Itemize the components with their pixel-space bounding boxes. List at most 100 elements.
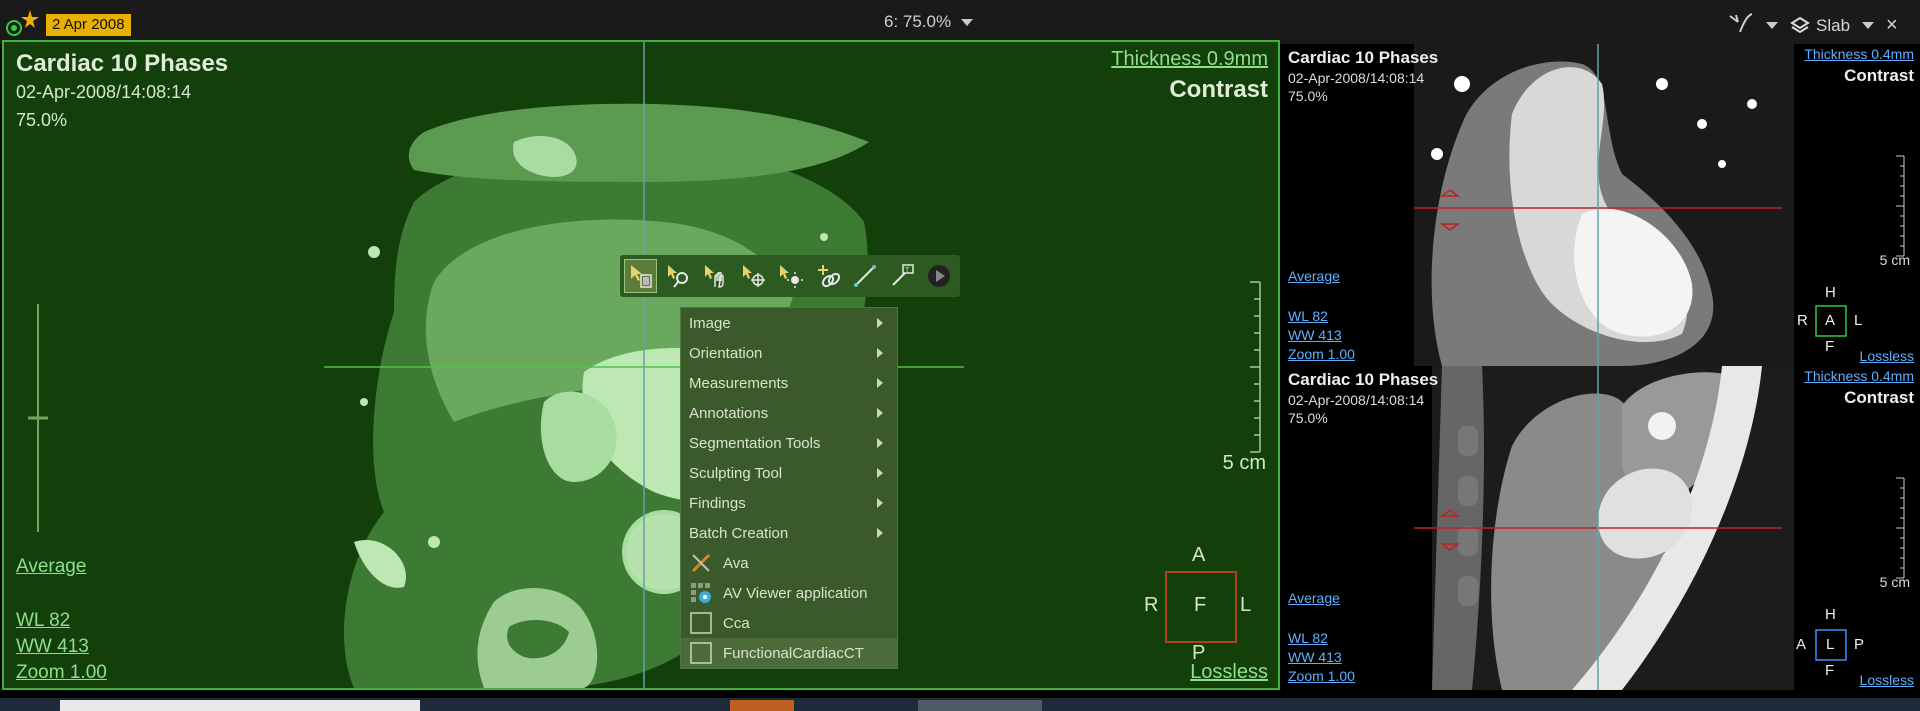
thickness-link[interactable]: Thickness 0.9mm	[1111, 48, 1268, 71]
orient-bottom: F	[1825, 662, 1835, 679]
menu-item-av-viewer[interactable]: AV Viewer application	[681, 578, 897, 608]
window-level-link[interactable]: WL 82	[16, 610, 70, 632]
contrast-label: Contrast	[1844, 388, 1914, 407]
slab-label: Slab	[1816, 15, 1851, 35]
menu-item-label: Orientation	[689, 344, 763, 362]
window-level-icon[interactable]	[773, 259, 806, 293]
menu-item-label: FunctionalCardiacCT	[723, 644, 864, 662]
submenu-arrow-icon	[877, 408, 883, 418]
sagittal-ct-image	[1414, 366, 1905, 690]
window-width-link[interactable]: WW 413	[1288, 649, 1342, 665]
menu-item-measurements[interactable]: Measurements	[681, 368, 897, 398]
submenu-arrow-icon	[877, 498, 883, 508]
functional-cardiac-ct-app-icon	[689, 641, 713, 665]
taskbar-search-box[interactable]	[60, 700, 420, 711]
thickness-link[interactable]: Thickness 0.4mm	[1804, 46, 1914, 62]
rotate-icon[interactable]	[736, 259, 769, 293]
zoom-selector[interactable]: 6: 75.0%	[884, 12, 974, 32]
menu-item-ava[interactable]: Ava	[681, 548, 897, 578]
pan-icon[interactable]	[699, 259, 732, 293]
orient-right: P	[1854, 636, 1865, 653]
study-date-badge: 2 Apr 2008	[46, 14, 131, 36]
zoom-link[interactable]: Zoom 1.00	[16, 662, 107, 684]
zoom-percent: 75.0%	[1288, 410, 1328, 426]
slab-icon	[1790, 16, 1810, 33]
slab-selector[interactable]: Slab	[1790, 16, 1850, 36]
orient-left: A	[1796, 636, 1807, 653]
lossless-link[interactable]: Lossless	[1860, 348, 1914, 364]
zoom-icon[interactable]	[661, 259, 694, 293]
tool-dropdown-chevron-icon[interactable]	[1766, 22, 1778, 29]
zoom-link[interactable]: Zoom 1.00	[1288, 346, 1355, 362]
average-link[interactable]: Average	[1288, 590, 1340, 606]
orient-center: L	[1826, 636, 1835, 653]
orient-center: F	[1194, 594, 1207, 616]
menu-item-image[interactable]: Image	[681, 308, 897, 338]
context-menu: Image Orientation Measurements Annotatio…	[680, 307, 898, 669]
menu-item-batch-creation[interactable]: Batch Creation	[681, 518, 897, 548]
top-toolbar: 2 Apr 2008 6: 75.0% Slab ×	[0, 0, 1920, 44]
lossless-link[interactable]: Lossless	[1860, 672, 1914, 688]
menu-item-label: Sculpting Tool	[689, 464, 783, 482]
context-toolbar: T	[620, 255, 960, 297]
contrast-label: Contrast	[1844, 66, 1914, 85]
menu-item-findings[interactable]: Findings	[681, 488, 897, 518]
window-level-link[interactable]: WL 82	[1288, 630, 1328, 646]
slab-dropdown-chevron-icon[interactable]	[1862, 22, 1875, 29]
menu-item-label: Measurements	[689, 374, 789, 392]
average-link[interactable]: Average	[16, 556, 86, 578]
select-icon[interactable]	[624, 259, 658, 293]
play-icon[interactable]	[923, 259, 956, 293]
orient-right: L	[1854, 312, 1863, 329]
zoom-link[interactable]: Zoom 1.00	[1288, 668, 1355, 684]
window-level-link[interactable]: WL 82	[1288, 308, 1328, 324]
menu-item-functional-cardiac-ct[interactable]: FunctionalCardiacCT	[681, 638, 897, 668]
menu-item-sculpting-tool[interactable]: Sculpting Tool	[681, 458, 897, 488]
menu-item-annotations[interactable]: Annotations	[681, 398, 897, 428]
orient-top: H	[1825, 606, 1836, 623]
taskbar-app-button[interactable]	[918, 700, 1042, 711]
zoom-selector-label: 6: 75.0%	[884, 12, 952, 31]
series-title: Cardiac 10 Phases	[1288, 370, 1439, 389]
main-viewport[interactable]: Cardiac 10 Phases 02-Apr-2008/14:08:14 7…	[2, 40, 1280, 690]
tool-picker[interactable]	[1728, 12, 1754, 39]
menu-item-label: Cca	[723, 614, 750, 632]
menu-item-label: AV Viewer application	[723, 584, 868, 602]
side-viewport-top[interactable]: Cardiac 10 Phases 02-Apr-2008/14:08:14 7…	[1282, 44, 1920, 366]
orient-bottom: F	[1825, 338, 1835, 355]
orient-top: A	[1192, 544, 1206, 566]
study-datetime: 02-Apr-2008/14:08:14	[1288, 70, 1425, 86]
contrast-label: Contrast	[1169, 76, 1268, 103]
window-width-link[interactable]: WW 413	[16, 636, 89, 658]
app-logo-icon[interactable]	[4, 8, 48, 38]
chevron-down-icon	[961, 19, 974, 27]
taskbar-app-button[interactable]	[730, 700, 794, 711]
average-link[interactable]: Average	[1288, 268, 1340, 284]
submenu-arrow-icon	[877, 438, 883, 448]
submenu-arrow-icon	[877, 528, 883, 538]
menu-item-label: Batch Creation	[689, 524, 789, 542]
orient-top: H	[1825, 284, 1836, 301]
scale-label: 5 cm	[1879, 252, 1910, 268]
cca-app-icon	[689, 611, 713, 635]
menu-item-orientation[interactable]: Orientation	[681, 338, 897, 368]
menu-item-cca[interactable]: Cca	[681, 608, 897, 638]
menu-item-label: Image	[689, 314, 731, 332]
curve-tool-icon	[1729, 13, 1753, 33]
annotate-icon[interactable]: T	[885, 259, 918, 293]
zoom-percent: 75.0%	[1288, 88, 1328, 104]
link-icon[interactable]	[811, 259, 844, 293]
svg-text:T: T	[905, 267, 910, 274]
window-width-link[interactable]: WW 413	[1288, 327, 1342, 343]
thickness-link[interactable]: Thickness 0.4mm	[1804, 368, 1914, 384]
orient-right: L	[1240, 594, 1252, 616]
orient-bottom: P	[1192, 642, 1206, 664]
close-icon[interactable]: ×	[1886, 14, 1898, 37]
series-title: Cardiac 10 Phases	[1288, 48, 1439, 67]
measure-line-icon[interactable]	[848, 259, 881, 293]
submenu-arrow-icon	[877, 468, 883, 478]
submenu-arrow-icon	[877, 348, 883, 358]
menu-item-segmentation-tools[interactable]: Segmentation Tools	[681, 428, 897, 458]
menu-item-label: Findings	[689, 494, 746, 512]
side-viewport-bottom[interactable]: Cardiac 10 Phases 02-Apr-2008/14:08:14 7…	[1282, 366, 1920, 690]
